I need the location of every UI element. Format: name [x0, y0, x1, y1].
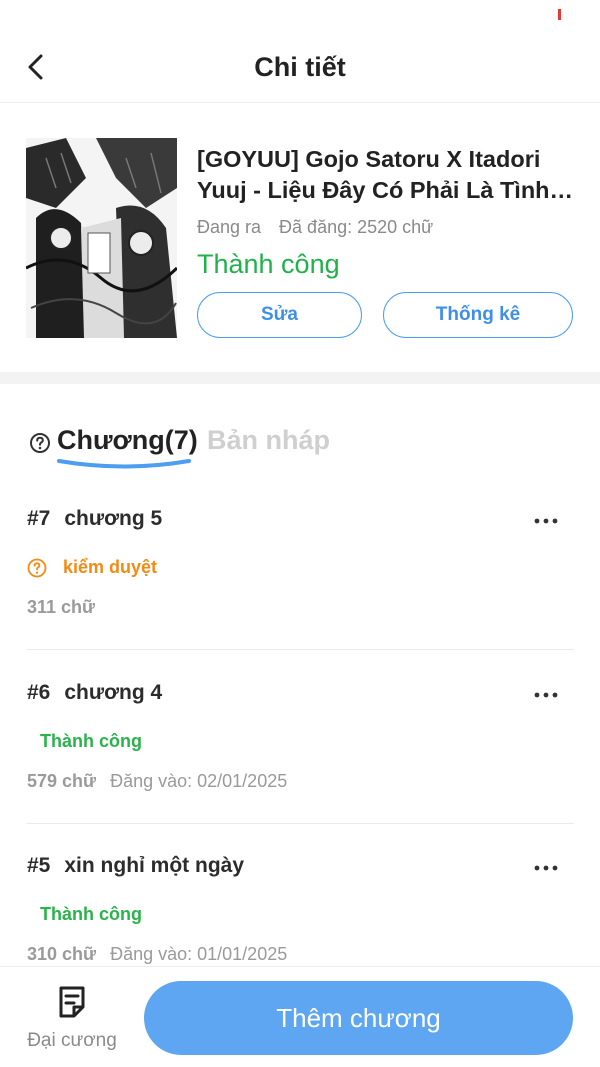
chapter-heading: #5 xin nghỉ một ngày: [27, 854, 244, 878]
header-divider: [0, 102, 600, 103]
document-icon: [59, 986, 85, 1018]
chapter-footer: 311 chữ: [27, 597, 95, 618]
more-options-icon[interactable]: [534, 691, 558, 699]
chapter-number: #5: [27, 854, 51, 877]
chapter-heading: #7 chương 5: [27, 507, 162, 531]
ongoing-status: Đang ra: [197, 217, 262, 237]
publish-status: Thành công: [197, 249, 340, 279]
chapter-title: chương 4: [64, 681, 163, 704]
tab-underline: [57, 459, 191, 469]
outline-button[interactable]: Đại cương: [20, 983, 124, 1055]
outline-label: Đại cương: [27, 1030, 117, 1051]
status-indicator: [558, 9, 561, 20]
chapter-number: #7: [27, 507, 51, 530]
page-title: Chi tiết: [254, 52, 346, 82]
tab-chapters[interactable]: Chương(7): [57, 425, 198, 456]
section-divider: [0, 372, 600, 384]
edit-button[interactable]: Sửa: [197, 292, 362, 338]
more-options-icon[interactable]: [534, 517, 558, 525]
chapter-footer: 579 chữ Đăng vào: 02/01/2025: [27, 771, 287, 792]
story-title: [GOYUU] Gojo Satoru X Itadori Yuuj - Liệ…: [197, 146, 550, 203]
chapter-footer: 310 chữ Đăng vào: 01/01/2025: [27, 944, 287, 965]
divider: [27, 823, 574, 824]
chapter-status-label: kiểm duyệt: [63, 557, 158, 577]
chapter-word-count: 310 chữ: [27, 944, 97, 964]
chapter-word-count: 579 chữ: [27, 771, 97, 791]
question-circle-icon[interactable]: [29, 432, 51, 454]
bottom-bar: Đại cương Thêm chương: [0, 966, 600, 1067]
header: Chi tiết: [0, 34, 600, 100]
chapter-number: #6: [27, 681, 51, 704]
chapter-item[interactable]: #7 chương 5 kiểm duyệt 311 chữ: [27, 507, 574, 679]
add-chapter-button[interactable]: Thêm chương: [144, 981, 573, 1055]
story-meta: Đang ra Đã đăng: 2520 chữ: [197, 217, 433, 238]
chapter-status-label: Thành công: [40, 904, 142, 924]
cover-image[interactable]: [26, 138, 177, 338]
divider: [27, 649, 574, 650]
chapter-item[interactable]: #6 chương 4 Thành công 579 chữ Đăng vào: 0…: [27, 681, 574, 853]
story-card: [GOYUU] Gojo Satoru X Itadori Yuuj - Liệ…: [0, 120, 600, 370]
chapter-tabs: Chương(7) Bản nháp: [0, 422, 600, 482]
chapter-title: chương 5: [64, 507, 163, 530]
chapter-word-count: 311 chữ: [27, 597, 96, 617]
chapter-posted-date: Đăng vào: 02/01/2025: [110, 771, 288, 791]
chapter-status-label: Thành công: [40, 731, 142, 751]
chapter-posted-date: Đăng vào: 01/01/2025: [110, 944, 288, 964]
chapter-status: kiểm duyệt: [27, 557, 157, 578]
tab-drafts[interactable]: Bản nháp: [207, 425, 330, 456]
word-count: Đã đăng: 2520 chữ: [279, 217, 434, 237]
chapter-title: xin nghỉ một ngày: [64, 854, 245, 877]
more-options-icon[interactable]: [534, 864, 558, 872]
question-circle-icon: [27, 558, 47, 577]
chapter-heading: #6 chương 4: [27, 681, 162, 705]
stats-button[interactable]: Thống kê: [383, 292, 573, 338]
